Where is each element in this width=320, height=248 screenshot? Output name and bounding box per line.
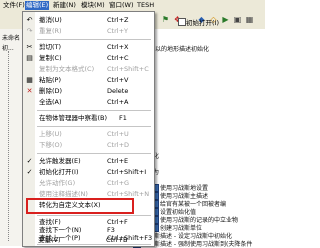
menu-window[interactable]: 窗口(W): [108, 1, 135, 10]
menu-item-shortcut: Ctrl+D: [107, 141, 130, 149]
menu-item-initially-on[interactable]: ✓ 初始化打开(I) Ctrl+Shift+I: [23, 167, 154, 178]
menu-separator: [37, 110, 151, 111]
menu-edit[interactable]: 编辑(E): [25, 1, 50, 10]
menu-item-label: 全选(A): [39, 98, 62, 106]
undo-icon: ↶: [26, 16, 33, 24]
menu-item-copy[interactable]: ▤ 复制(C) Ctrl+C: [23, 53, 154, 64]
menu-separator: [37, 215, 151, 216]
menu-item-label: 允许动作(G): [39, 179, 76, 187]
menu-item-label: 复制(C): [39, 54, 62, 62]
copy-icon: ▤: [26, 54, 33, 62]
menu-item-shortcut: Ctrl+Y: [107, 27, 128, 35]
menu-item-shortcut: Ctrl+Shift+C: [107, 65, 149, 73]
check-icon: ✓: [26, 157, 33, 165]
menu-item-shortcut: Ctrl+Shift+I: [107, 168, 147, 176]
menu-item-shortcut: F1: [119, 114, 127, 122]
menu-item-label: 删除(D): [39, 87, 63, 95]
menu-module[interactable]: 模块(M): [80, 1, 106, 10]
delete-icon: ✕: [26, 87, 33, 95]
menu-item-enable-action[interactable]: 允许动作(G) Ctrl+G: [23, 178, 154, 189]
menu-item-label: 初始化打开(I): [39, 168, 79, 176]
menu-item-label: 复制为文本格式(C): [39, 65, 95, 73]
menu-item-shortcut: Ctrl+V: [107, 76, 129, 84]
menu-item-select-all[interactable]: 全选(A) Ctrl+A: [23, 97, 154, 108]
menu-item-shortcut: Delete: [107, 87, 129, 95]
menu-item-shortcut: Ctrl+E: [107, 157, 129, 165]
menu-item-label: 允许触发器(E): [39, 157, 81, 165]
cut-icon: ✂: [26, 43, 33, 51]
menu-item-label: 变量(V): [38, 236, 61, 244]
menu-item-shortcut: Ctrl+A: [107, 98, 129, 106]
menu-item-shortcut: Ctrl+U: [107, 130, 129, 138]
initially-open-label: 初始打开(I): [186, 19, 219, 27]
menu-item-shortcut: Ctrl+G: [107, 179, 130, 187]
menu-item-shortcut: Ctrl+B: [106, 236, 128, 244]
variable-icon[interactable]: ▣: [232, 14, 243, 25]
paste-icon: ▦: [26, 76, 33, 84]
menu-item-shortcut: Ctrl+Z: [107, 16, 129, 24]
content-line[interactable]: 习战斯描述 - 强制使用习战斯到(夫降条件: [142, 239, 252, 248]
tree-root-label[interactable]: 未命名: [2, 33, 20, 42]
check-icon: ✓: [26, 168, 33, 176]
highlight-annotation: [26, 198, 134, 214]
menu-item-paste[interactable]: ▦ 粘贴(P) Ctrl+V: [23, 75, 154, 86]
menu-tesh[interactable]: TESH: [136, 1, 155, 10]
menu-separator: [37, 153, 151, 154]
menu-separator: [37, 126, 151, 127]
menu-item-cut[interactable]: ✂ 剪切(T) Ctrl+X: [23, 42, 154, 53]
menu-item-enable-trigger[interactable]: ✓ 允许触发器(E) Ctrl+E: [23, 156, 154, 167]
menu-item-variables[interactable]: 变量(V) Ctrl+B: [22, 235, 153, 246]
menu-item-label: 剪切(T): [39, 43, 62, 51]
menu-item-redo[interactable]: ↷ 重复(R) Ctrl+Y: [23, 26, 154, 37]
options-icon[interactable]: ▦: [244, 14, 255, 25]
new-trigger-icon[interactable]: ⚑: [160, 14, 171, 25]
menu-item-label: 粘贴(P): [39, 76, 61, 84]
menu-item-delete[interactable]: ✕ 删除(D) Delete: [23, 86, 154, 97]
menu-item-shortcut: Ctrl+X: [107, 43, 129, 51]
menu-item-shortcut: Ctrl+C: [107, 54, 129, 62]
menu-item-copy-as-text[interactable]: 复制为文本格式(C) Ctrl+Shift+C: [23, 64, 154, 75]
menu-item-move-up[interactable]: 上移(U) Ctrl+U: [23, 129, 154, 140]
menu-item-label: 在物体管理器中察看(B): [39, 114, 108, 122]
tree-connector: [8, 51, 9, 241]
initially-open-checkbox[interactable]: [178, 18, 186, 26]
menu-new[interactable]: 新建(N): [52, 1, 77, 10]
menu-item-label: 重复(R): [39, 27, 62, 35]
menu-file[interactable]: 文件(F): [2, 1, 26, 10]
menu-item-view-in-object-manager[interactable]: 在物体管理器中察看(B) F1: [23, 113, 154, 124]
content-line: 以的地形描述初始化: [155, 46, 210, 53]
edit-menu-dropdown: ↶ 撤消(U) Ctrl+Z ↷ 重复(R) Ctrl+Y ✂ 剪切(T) Ct…: [22, 11, 155, 247]
menu-item-label: 上移(U): [39, 130, 62, 138]
menu-item-move-down[interactable]: 下移(O) Ctrl+D: [23, 140, 154, 151]
redo-icon: ↷: [26, 27, 33, 35]
menu-item-undo[interactable]: ↶ 撤消(U) Ctrl+Z: [23, 15, 154, 26]
menu-separator: [37, 39, 151, 40]
menu-item-label: 下移(O): [39, 141, 63, 149]
menu-item-label: 撤消(U): [39, 16, 62, 24]
action-icon[interactable]: ▶: [220, 14, 231, 25]
